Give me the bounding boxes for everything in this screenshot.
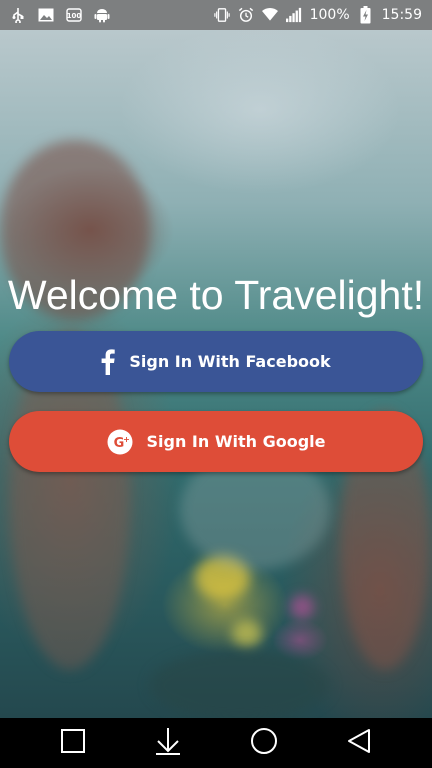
google-sign-in-button[interactable]: G + Sign In With Google <box>9 411 423 472</box>
home-button[interactable] <box>244 723 284 763</box>
battery-percent: 100% <box>309 7 350 23</box>
facebook-icon <box>101 348 116 375</box>
image-icon <box>38 7 54 23</box>
wifi-icon <box>261 7 278 23</box>
signal-icon <box>285 7 302 23</box>
back-button[interactable] <box>339 723 379 763</box>
download-button[interactable] <box>148 723 188 763</box>
usb-icon <box>10 7 26 23</box>
recent-apps-icon <box>60 728 86 758</box>
welcome-title: Welcome to Travelight! <box>7 272 425 318</box>
battery-charging-icon <box>358 6 374 24</box>
google-plus-icon: G + <box>107 429 133 455</box>
recent-apps-button[interactable] <box>53 723 93 763</box>
svg-text:100: 100 <box>67 12 82 20</box>
alarm-icon <box>238 7 254 23</box>
clock: 15:59 <box>381 7 422 23</box>
home-icon <box>250 727 278 759</box>
svg-text:+: + <box>123 435 130 444</box>
notification-100-icon: 100 <box>66 7 82 23</box>
android-icon <box>94 7 110 23</box>
vibrate-icon <box>213 7 230 23</box>
facebook-sign-in-label: Sign In With Facebook <box>129 352 331 371</box>
google-sign-in-label: Sign In With Google <box>146 432 326 451</box>
facebook-sign-in-button[interactable]: Sign In With Facebook <box>9 331 423 392</box>
download-icon <box>155 727 181 759</box>
navigation-bar <box>0 718 432 768</box>
status-bar: 100 100% 15:59 <box>0 0 432 30</box>
back-icon <box>346 728 372 758</box>
